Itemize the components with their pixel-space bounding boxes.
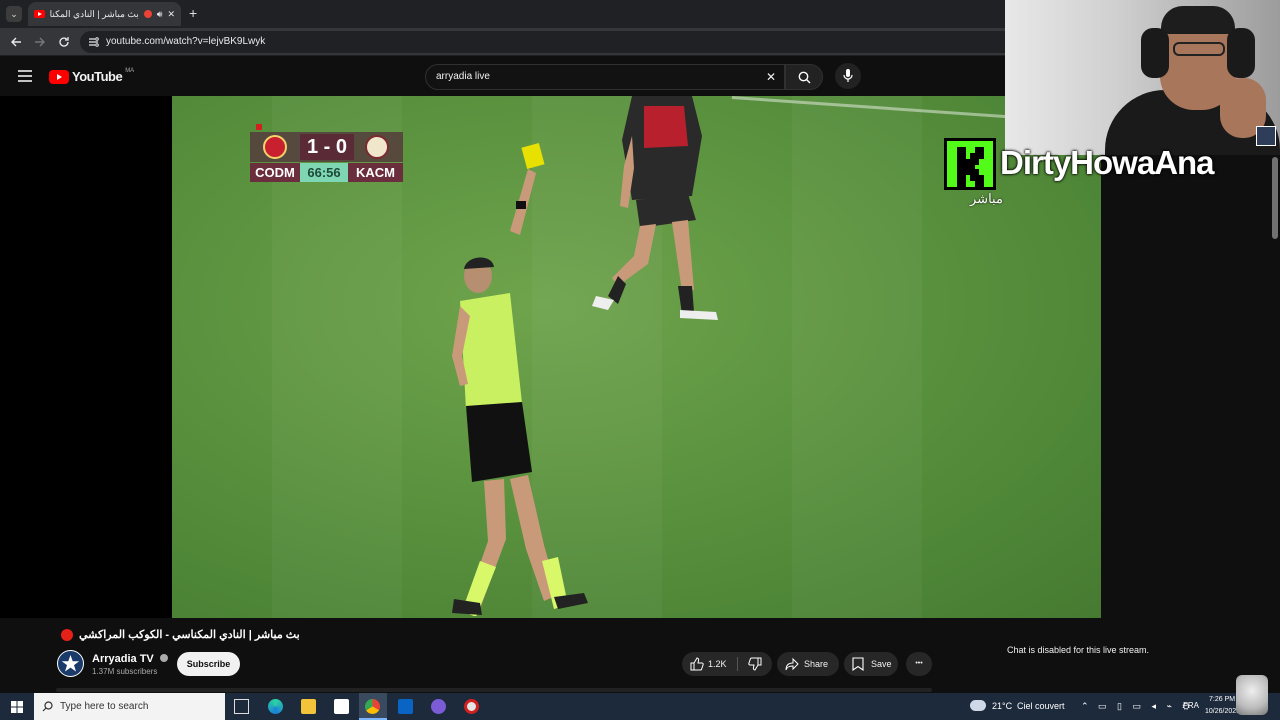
- share-label: Share: [804, 659, 829, 669]
- bookmark-icon: [852, 657, 864, 671]
- home-team: CODM: [250, 163, 300, 182]
- youtube-logo[interactable]: YouTube MA: [49, 67, 135, 84]
- menu-icon[interactable]: [18, 70, 32, 82]
- back-arrow-icon[interactable]: [10, 36, 22, 48]
- save-button[interactable]: Save: [844, 652, 898, 676]
- like-dislike-group: 1.2K: [682, 652, 772, 676]
- thumbs-down-icon: [748, 657, 762, 671]
- browser-tab-bar: ⌄ بث مباشر | النادي المكنا... 🔊︎ ✕ +: [0, 0, 1005, 28]
- chrome-icon: [365, 699, 380, 714]
- app-icon[interactable]: [431, 699, 446, 714]
- voice-search-button[interactable]: [835, 63, 861, 89]
- chat-disabled-notice: Chat is disabled for this live stream.: [1007, 645, 1150, 655]
- dislike-button[interactable]: [742, 652, 772, 676]
- address-bar-row: youtube.com/watch?v=lejvBK9Lwyk: [0, 28, 1005, 56]
- input-language[interactable]: FRA: [1183, 701, 1199, 710]
- like-count: 1.2K: [708, 659, 727, 669]
- weather-condition[interactable]: Ciel couvert: [1017, 701, 1065, 711]
- search-query: arryadia live: [436, 71, 490, 82]
- like-button[interactable]: 1.2K: [682, 652, 734, 676]
- channel-avatar[interactable]: [57, 650, 84, 677]
- streamer-avatar-mini: [1256, 126, 1276, 146]
- reload-icon[interactable]: [58, 36, 70, 48]
- glasses-icon: [1173, 42, 1225, 56]
- url-text: youtube.com/watch?v=lejvBK9Lwyk: [106, 36, 266, 47]
- youtube-wordmark: YouTube: [72, 69, 123, 84]
- verified-icon: [159, 654, 168, 662]
- forward-arrow-icon[interactable]: [34, 36, 46, 48]
- video-letterbox-left: [0, 96, 172, 618]
- player-figure: [592, 96, 718, 320]
- channel-name[interactable]: Arryadia TV: [92, 653, 168, 665]
- url-field[interactable]: youtube.com/watch?v=lejvBK9Lwyk: [80, 31, 1005, 53]
- task-view-icon[interactable]: [234, 699, 249, 714]
- headphone-icon: [1227, 28, 1255, 78]
- star-logo-icon: [61, 655, 80, 672]
- more-actions-button[interactable]: •••: [906, 652, 932, 676]
- region-code: MA: [125, 67, 135, 74]
- description-box-edge: [56, 688, 932, 692]
- speaker-icon[interactable]: 🔊︎: [157, 9, 163, 20]
- headphone-icon: [1141, 28, 1169, 78]
- sticker-overlay: [1236, 675, 1268, 715]
- windows-start-icon[interactable]: [11, 701, 23, 713]
- chrome-taskbar-active[interactable]: [359, 693, 387, 720]
- taskbar-search-placeholder: Type here to search: [60, 701, 149, 712]
- scoreboard-bottom: CODM 66:56 KACM: [250, 163, 403, 182]
- live-indicator-icon: [61, 629, 73, 641]
- home-crest-icon: [263, 135, 287, 159]
- outlook-icon[interactable]: [398, 699, 413, 714]
- microphone-icon: [843, 69, 853, 82]
- store-icon[interactable]: [334, 699, 349, 714]
- pitch-stripe: [792, 96, 922, 618]
- recording-icon: [143, 10, 152, 18]
- match-score: 1 - 0: [300, 134, 354, 160]
- video-title: بث مباشر | النادي المكناسي - الكوكب المر…: [79, 629, 300, 641]
- clock-date[interactable]: 10/26/2023: [1205, 708, 1240, 715]
- site-info-icon[interactable]: [88, 37, 99, 47]
- page-scrollbar[interactable]: [1272, 157, 1278, 239]
- streamer-name-overlay: DirtyHowaAna: [1000, 144, 1215, 181]
- tray-overflow-icon[interactable]: ⌃: [1081, 701, 1089, 712]
- clear-search-icon[interactable]: ✕: [766, 65, 776, 89]
- tab-youtube[interactable]: بث مباشر | النادي المكنا... 🔊︎ ✕: [28, 2, 181, 26]
- live-marker: [256, 124, 262, 130]
- close-tab-icon[interactable]: ✕: [167, 9, 175, 20]
- youtube-play-icon: [49, 69, 69, 84]
- search-icon: [42, 701, 53, 712]
- weather-cloud-icon[interactable]: [970, 700, 986, 711]
- scoreboard-top: 1 - 0: [250, 132, 403, 162]
- scoreboard: 1 - 0 CODM 66:56 KACM: [250, 124, 403, 182]
- away-crest-icon: [365, 135, 389, 159]
- weather-temperature[interactable]: 21°C: [992, 701, 1012, 711]
- search-input[interactable]: arryadia live ✕: [425, 64, 785, 90]
- tray-system-icons[interactable]: ▭ ▯ ▭ ◂ ⌁ ⛭: [1098, 701, 1194, 712]
- search-icon: [798, 71, 811, 84]
- kick-logo-icon: [944, 138, 996, 190]
- streamer-hair: [1161, 6, 1235, 34]
- away-team: KACM: [348, 163, 403, 182]
- clock-time[interactable]: 7:26 PM: [1209, 696, 1235, 703]
- obs-icon[interactable]: [464, 699, 479, 714]
- share-button[interactable]: Share: [777, 652, 839, 676]
- file-explorer-icon[interactable]: [301, 699, 316, 714]
- live-label-overlay: مباشر: [970, 191, 1003, 206]
- save-label: Save: [871, 659, 892, 669]
- subscriber-count: 1.37M subscribers: [92, 667, 158, 676]
- new-tab-button[interactable]: +: [189, 5, 197, 21]
- thumbs-up-icon: [690, 657, 704, 671]
- match-clock: 66:56: [300, 163, 348, 182]
- search-button[interactable]: [785, 64, 823, 90]
- subscribe-button[interactable]: Subscribe: [177, 652, 240, 676]
- youtube-favicon-icon: [34, 10, 45, 18]
- webcam-overlay: [1005, 0, 1280, 155]
- edge-browser-icon[interactable]: [268, 699, 283, 714]
- tab-title: بث مباشر | النادي المكنا...: [50, 8, 139, 19]
- tab-search-icon[interactable]: ⌄: [6, 6, 22, 22]
- taskbar-search-input[interactable]: Type here to search: [34, 693, 225, 720]
- channel-name-text: Arryadia TV: [92, 653, 154, 665]
- share-icon: [785, 657, 799, 671]
- divider: [737, 657, 738, 671]
